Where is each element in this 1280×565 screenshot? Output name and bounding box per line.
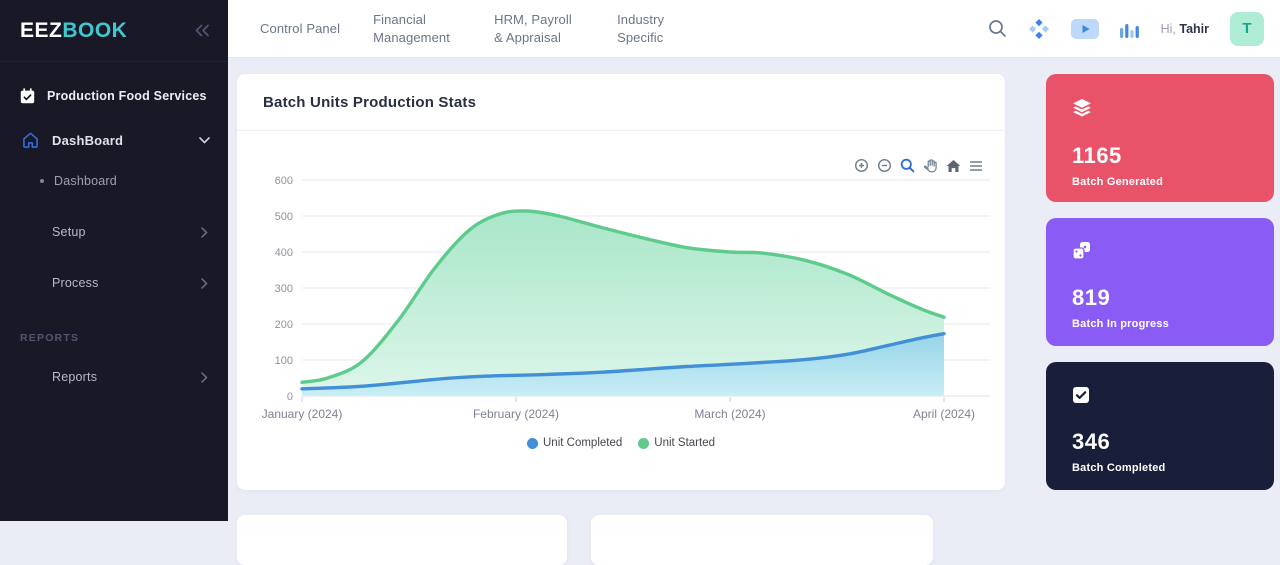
legend-label: Unit Completed — [543, 437, 622, 449]
nav-item-financial-management[interactable]: Financial Management — [373, 11, 461, 46]
bottom-card-left — [237, 515, 567, 565]
stat-label: Batch Completed — [1072, 462, 1274, 474]
greeting-prefix: Hi, — [1161, 22, 1176, 36]
app-logo[interactable]: EEZBOOK — [20, 19, 127, 43]
collapse-double-chevron-icon — [193, 24, 210, 37]
svg-text:300: 300 — [275, 283, 293, 295]
svg-text:200: 200 — [275, 319, 293, 331]
sidebar-item-label: DashBoard — [52, 133, 186, 148]
stat-value: 819 — [1072, 285, 1274, 311]
svg-text:January (2024): January (2024) — [262, 407, 343, 421]
svg-text:February (2024): February (2024) — [473, 407, 559, 421]
top-header: Control Panel Financial Management HRM, … — [228, 0, 1280, 58]
stat-label: Batch Generated — [1072, 176, 1274, 188]
calendar-check-icon — [20, 88, 35, 104]
chevron-right-icon — [201, 227, 208, 238]
main-nav: Control Panel Financial Management HRM, … — [260, 11, 679, 46]
sidebar-section-reports: REPORTS — [20, 332, 228, 344]
sidebar-logo-row: EEZBOOK — [0, 0, 228, 62]
stat-card-batch-completed: 346 Batch Completed — [1046, 362, 1274, 490]
stat-value: 1165 — [1072, 143, 1274, 169]
bullet-icon — [40, 179, 44, 183]
sidebar-collapse-button[interactable] — [193, 24, 210, 37]
logo-part-1: EEZ — [20, 19, 62, 42]
chevron-right-icon — [201, 372, 208, 383]
chart-toolbar — [854, 158, 983, 173]
legend-dot-blue — [527, 438, 538, 449]
sidebar-subitem-dashboard[interactable]: Dashboard — [0, 174, 228, 188]
sidebar-item-reports[interactable]: Reports — [0, 370, 228, 384]
zoom-out-icon — [877, 158, 892, 173]
main-content: Batch Units Production Stats — [228, 58, 1280, 521]
sidebar-item-process[interactable]: Process — [0, 276, 228, 290]
sidebar-item-label: Setup — [52, 225, 201, 239]
sidebar: EEZBOOK Production Food Services DashBoa… — [0, 0, 228, 521]
selection-zoom-button[interactable] — [900, 158, 915, 173]
chart-legend: Unit Completed Unit Started — [237, 437, 1005, 449]
chart-title-row: Batch Units Production Stats — [237, 74, 1005, 131]
production-chart[interactable]: 0 100 200 300 400 500 600 January (2024) Februar… — [237, 151, 1005, 433]
zoom-in-icon — [854, 158, 869, 173]
layers-icon — [1072, 98, 1092, 118]
sidebar-subitem-label: Dashboard — [54, 174, 117, 188]
home-icon — [22, 132, 39, 148]
svg-text:April (2024): April (2024) — [913, 407, 975, 421]
home-reset-icon — [946, 159, 961, 173]
stat-value: 346 — [1072, 429, 1274, 455]
svg-text:March (2024): March (2024) — [694, 407, 765, 421]
apps-menu-button[interactable] — [1028, 18, 1050, 40]
sidebar-item-label: Reports — [52, 370, 201, 384]
svg-text:500: 500 — [275, 211, 293, 223]
nav-item-industry-specific[interactable]: Industry Specific — [617, 11, 679, 46]
legend-label: Unit Started — [654, 437, 715, 449]
video-tutorial-button[interactable] — [1071, 19, 1099, 39]
chart-title: Batch Units Production Stats — [263, 94, 476, 111]
svg-text:100: 100 — [275, 355, 293, 367]
stat-label: Batch In progress — [1072, 318, 1274, 330]
nav-item-control-panel[interactable]: Control Panel — [260, 20, 340, 38]
sidebar-item-production-food-services[interactable]: Production Food Services — [0, 88, 228, 104]
svg-text:0: 0 — [287, 391, 293, 403]
menu-icon — [969, 160, 983, 172]
chevron-right-icon — [201, 278, 208, 289]
search-icon — [988, 19, 1007, 38]
batch-units-production-stats-card: Batch Units Production Stats — [237, 74, 1005, 490]
user-name: Tahir — [1179, 22, 1209, 36]
selection-zoom-icon — [900, 158, 915, 173]
legend-item-unit-started[interactable]: Unit Started — [638, 437, 715, 449]
apps-diamond-icon — [1028, 18, 1050, 40]
stats-bars-icon — [1120, 20, 1140, 38]
sidebar-item-setup[interactable]: Setup — [0, 225, 228, 239]
chart-menu-button[interactable] — [969, 160, 983, 172]
video-tutorial-icon — [1071, 19, 1099, 39]
sidebar-item-label: Process — [52, 276, 201, 290]
check-square-icon — [1072, 386, 1090, 404]
header-actions: Hi, Tahir T — [988, 12, 1280, 46]
reset-home-button[interactable] — [946, 159, 961, 173]
zoom-in-button[interactable] — [854, 158, 869, 173]
pan-button[interactable] — [923, 158, 938, 173]
logo-part-2: BOOK — [62, 19, 127, 42]
user-greeting: Hi, Tahir — [1161, 22, 1209, 36]
zoom-out-button[interactable] — [877, 158, 892, 173]
stat-card-batch-generated: 1165 Batch Generated — [1046, 74, 1274, 202]
legend-item-unit-completed[interactable]: Unit Completed — [527, 437, 622, 449]
legend-dot-green — [638, 438, 649, 449]
svg-text:400: 400 — [275, 247, 293, 259]
svg-text:600: 600 — [275, 175, 293, 187]
sidebar-item-dashboard[interactable]: DashBoard — [0, 132, 228, 148]
bottom-card-right — [591, 515, 933, 565]
workspace-label: Production Food Services — [47, 89, 207, 103]
stat-card-batch-in-progress: 819 Batch In progress — [1046, 218, 1274, 346]
pan-hand-icon — [923, 158, 938, 173]
dice-icon — [1072, 242, 1092, 260]
nav-item-hrm-payroll-appraisal[interactable]: HRM, Payroll & Appraisal — [494, 11, 584, 46]
stats-button[interactable] — [1120, 20, 1140, 38]
stat-cards-column: 1165 Batch Generated 819 Batch In progre… — [1046, 74, 1274, 506]
search-button[interactable] — [988, 19, 1007, 38]
chevron-down-icon — [199, 137, 210, 144]
user-avatar[interactable]: T — [1230, 12, 1264, 46]
